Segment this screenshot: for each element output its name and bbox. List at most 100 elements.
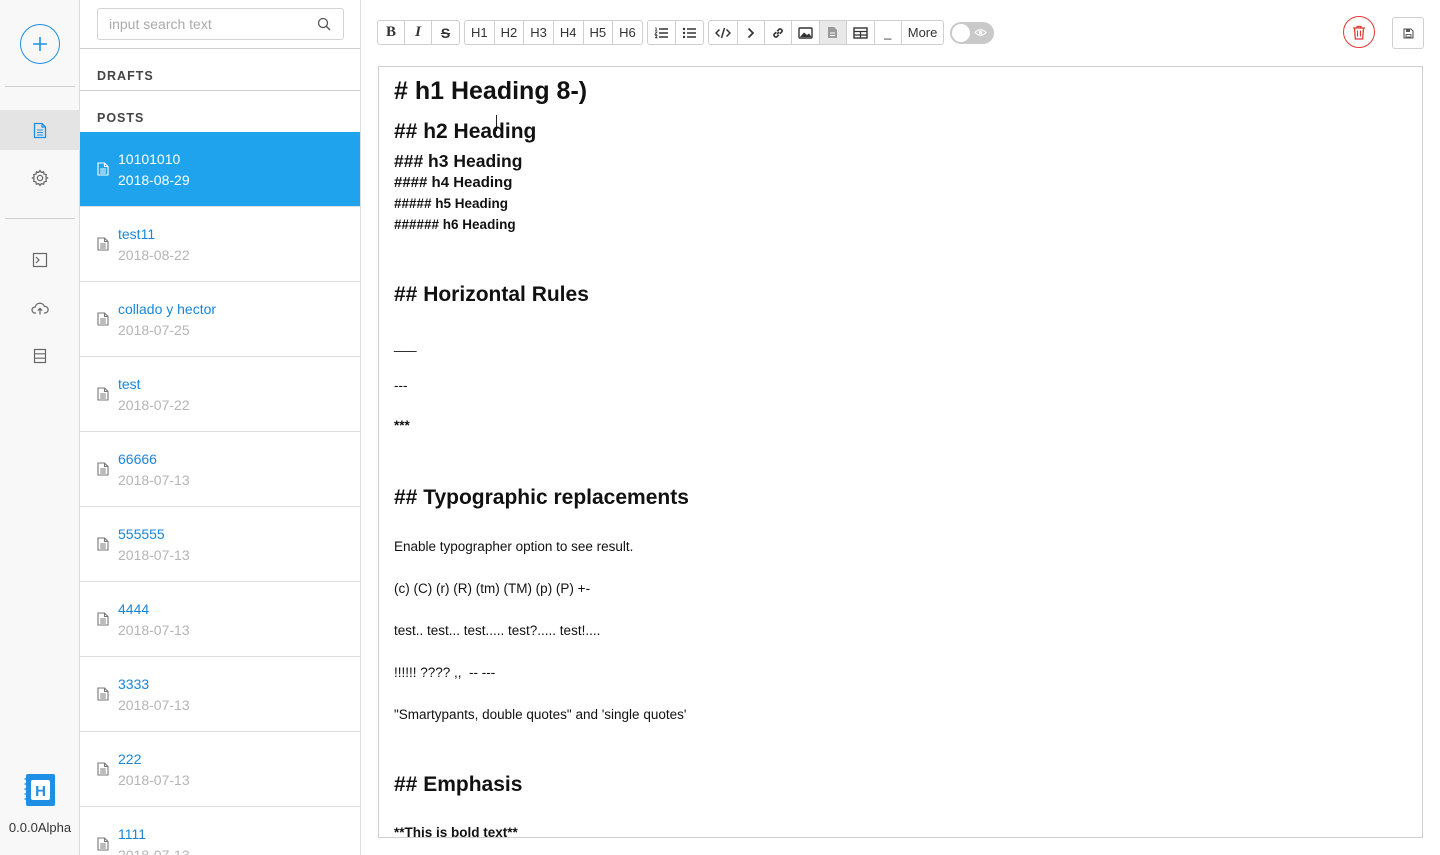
editor-toolbar: B I S H1 H2 H3 H4 H5 H6 _ More: [377, 20, 995, 45]
post-date: 2018-07-13: [118, 697, 190, 713]
document-icon: [97, 837, 109, 851]
h3-button[interactable]: H3: [524, 21, 554, 44]
h6-button[interactable]: H6: [613, 21, 642, 44]
document-icon: [97, 237, 109, 251]
post-list-item[interactable]: test11 2018-08-22: [80, 207, 360, 282]
post-list-item[interactable]: 555555 2018-07-13: [80, 507, 360, 582]
post-title: 555555: [118, 526, 165, 542]
post-list-item[interactable]: 222 2018-07-13: [80, 732, 360, 807]
editor-line: ## h2 Heading: [394, 120, 537, 143]
strikethrough-button[interactable]: S: [432, 21, 459, 44]
editor-line: !!!!!! ???? ,, -- ---: [394, 665, 496, 680]
database-icon: [33, 348, 47, 364]
editor-line: ---: [394, 378, 408, 393]
plus-icon: [33, 37, 47, 51]
rail-item-terminal[interactable]: [0, 240, 80, 280]
post-list-item[interactable]: 10101010 2018-08-29: [80, 132, 360, 207]
bold-button[interactable]: B: [378, 21, 405, 44]
editor-line: ## Typographic replacements: [394, 486, 689, 509]
editor-line: test.. test... test..... test?..... test…: [394, 623, 601, 638]
document-icon: [97, 162, 109, 176]
editor-line: Enable typographer option to see result.: [394, 539, 634, 554]
search-icon[interactable]: [317, 17, 331, 31]
ordered-list-button[interactable]: [648, 21, 676, 44]
document-icon: [97, 387, 109, 401]
rail-item-database[interactable]: [0, 336, 80, 376]
search-input[interactable]: [98, 9, 308, 39]
rail-divider: [5, 86, 75, 87]
cloud-upload-icon: [31, 302, 49, 315]
editor-line: **This is bold text**: [394, 825, 518, 838]
h5-button[interactable]: H5: [584, 21, 614, 44]
preview-toggle[interactable]: [950, 21, 995, 44]
post-title: collado y hector: [118, 301, 217, 317]
document-icon: [97, 762, 109, 776]
delete-button[interactable]: [1343, 16, 1375, 48]
table-button[interactable]: [847, 21, 875, 44]
h2-button[interactable]: H2: [495, 21, 525, 44]
app-version: 0.0.0Alpha: [8, 820, 72, 835]
section-posts[interactable]: POSTS: [97, 111, 144, 125]
post-list-item[interactable]: test 2018-07-22: [80, 357, 360, 432]
rail-divider: [5, 218, 75, 219]
post-list: 10101010 2018-08-29 test11 2018-08-22 collad…: [80, 132, 360, 855]
link-icon: [772, 27, 783, 38]
post-date: 2018-08-29: [118, 172, 190, 188]
code-button[interactable]: [709, 21, 738, 44]
document-icon: [97, 312, 109, 326]
post-date: 2018-07-13: [118, 847, 190, 855]
terminal-icon: [32, 252, 48, 268]
rail-item-upload[interactable]: [0, 288, 80, 328]
document-icon: [33, 122, 47, 138]
app-rail: H 0.0.0Alpha: [0, 0, 80, 855]
post-list-panel: DRAFTS POSTS 10101010 2018-08-29 test11 201…: [80, 0, 361, 855]
image-button[interactable]: [792, 21, 820, 44]
post-date: 2018-07-22: [118, 397, 190, 413]
post-list-item[interactable]: collado y hector 2018-07-25: [80, 282, 360, 357]
underscore-button[interactable]: _: [875, 21, 902, 44]
post-title: 1111: [118, 826, 147, 842]
h4-button[interactable]: H4: [554, 21, 584, 44]
editor-line: ___: [394, 337, 417, 352]
unordered-list-button[interactable]: [676, 21, 703, 44]
h1-button[interactable]: H1: [465, 21, 495, 44]
divider: [80, 90, 360, 91]
editor-line: ## Emphasis: [394, 773, 523, 796]
insert-group: _ More: [707, 20, 945, 45]
link-button[interactable]: [765, 21, 792, 44]
markdown-editor[interactable]: # h1 Heading 8-) ## h2 Heading ### h3 Head…: [378, 66, 1423, 838]
toggle-knob: [952, 23, 971, 42]
document-icon: [97, 462, 109, 476]
save-button[interactable]: [1392, 17, 1424, 49]
post-title: 222: [118, 751, 142, 767]
editor-line: #### h4 Heading: [394, 174, 513, 191]
table-icon: [853, 26, 868, 39]
post-list-item[interactable]: 3333 2018-07-13: [80, 657, 360, 732]
post-date: 2018-07-13: [118, 547, 190, 563]
image-icon: [798, 26, 813, 39]
post-list-item[interactable]: 1111 2018-07-13: [80, 807, 360, 855]
post-date: 2018-07-13: [118, 622, 190, 638]
file-icon: [828, 27, 838, 38]
app-logo: H: [24, 774, 55, 806]
new-post-button[interactable]: [20, 24, 60, 64]
editor-line: ##### h5 Heading: [394, 196, 509, 211]
quote-button[interactable]: [738, 21, 765, 44]
rail-item-settings[interactable]: [0, 158, 80, 198]
file-button[interactable]: [819, 21, 847, 44]
post-date: 2018-08-22: [118, 247, 190, 263]
rail-item-posts[interactable]: [0, 110, 80, 150]
post-date: 2018-07-13: [118, 772, 190, 788]
italic-button[interactable]: I: [405, 21, 432, 44]
post-title: 10101010: [118, 151, 181, 167]
post-list-item[interactable]: 66666 2018-07-13: [80, 432, 360, 507]
list-group: [646, 20, 704, 45]
post-list-item[interactable]: 4444 2018-07-13: [80, 582, 360, 657]
post-title: test: [118, 376, 141, 392]
svg-text:H: H: [35, 783, 46, 800]
gear-icon: [31, 169, 49, 187]
section-drafts[interactable]: DRAFTS: [97, 69, 154, 83]
editor-line: # h1 Heading 8-): [394, 77, 588, 105]
more-button[interactable]: More: [902, 21, 944, 44]
post-date: 2018-07-13: [118, 472, 190, 488]
